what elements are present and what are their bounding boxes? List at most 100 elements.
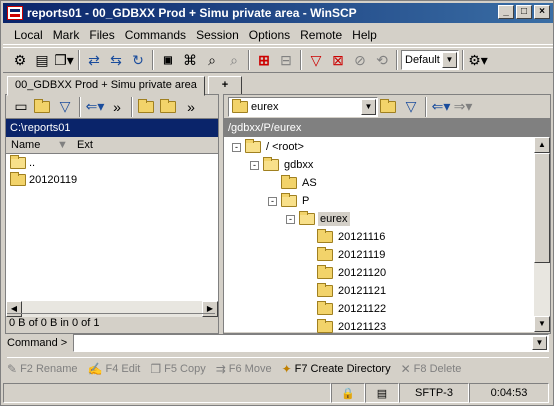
scroll-thumb[interactable]: [534, 153, 550, 263]
root-directory-icon[interactable]: [158, 96, 180, 118]
fkey-button[interactable]: ❐ F5 Copy: [150, 362, 205, 376]
tree-item-label: 20121120: [338, 267, 387, 279]
session-tabs: 00_GDBXX Prod + Simu private area +: [3, 75, 553, 96]
back-arrow-icon[interactable]: ⇐▾: [84, 96, 106, 118]
folder-icon: [317, 229, 333, 243]
fkey-button[interactable]: ✕ F8 Delete: [401, 362, 462, 376]
filter-icon[interactable]: ▽: [400, 96, 422, 118]
drive-icon[interactable]: ▭: [10, 96, 32, 118]
folder-icon: [232, 98, 248, 113]
open-folder-icon[interactable]: [378, 96, 400, 118]
console-icon[interactable]: ▣: [157, 49, 179, 71]
parent-directory-icon[interactable]: [136, 96, 158, 118]
tab-session[interactable]: 00_GDBXX Prod + Simu private area: [7, 76, 205, 96]
fkey-button[interactable]: ⇉ F6 Move: [216, 362, 272, 376]
overflow-chevron-icon[interactable]: »: [106, 96, 128, 118]
tree-item[interactable]: 20121119: [304, 246, 387, 264]
menu-session[interactable]: Session: [191, 28, 244, 42]
collapse-toggle-icon[interactable]: -: [268, 196, 277, 206]
tree-item[interactable]: 20121121: [304, 282, 388, 300]
menu-options[interactable]: Options: [244, 28, 295, 42]
minimize-button[interactable]: _: [498, 5, 514, 19]
column-ext[interactable]: Ext: [72, 139, 93, 151]
window-title: reports01 - 00_GDBXX Prod + Simu private…: [27, 6, 357, 20]
list-item[interactable]: 20120119: [6, 171, 218, 188]
chevron-down-icon[interactable]: ▼: [361, 98, 376, 115]
select-plus-icon[interactable]: ⊞: [253, 49, 275, 71]
remote-directory-combo[interactable]: eurex ▼: [228, 96, 378, 117]
tree-item[interactable]: - eurex: [286, 210, 350, 228]
tree-item[interactable]: - / <root>: [232, 138, 306, 156]
synchronize-icon[interactable]: ⇄: [83, 49, 105, 71]
folder-icon: [281, 193, 297, 207]
invert-selection-icon[interactable]: ⊠: [327, 49, 349, 71]
fkey-button[interactable]: ✦ F7 Create Directory: [282, 362, 391, 376]
scroll-up-icon[interactable]: ▲: [534, 137, 550, 153]
folder-icon: [317, 301, 333, 315]
command-input[interactable]: ▼: [73, 334, 549, 352]
menu-local[interactable]: Local: [9, 28, 48, 42]
parent-folder-icon: [10, 154, 26, 169]
edit-icon: ✍: [87, 361, 103, 376]
local-file-list[interactable]: .. 20120119 ◀ ▶: [6, 154, 218, 317]
tree-item[interactable]: 20121120: [304, 264, 388, 282]
copy-icon: ❐: [150, 361, 162, 376]
copy-files-icon[interactable]: ❐▾: [53, 49, 75, 71]
function-keys-bar: ✎ F2 Rename ✍ F4 Edit ❐ F5 Copy ⇉ F6 Move ✦ F7 Cr…: [7, 357, 549, 379]
collapse-toggle-icon[interactable]: -: [286, 214, 295, 224]
column-name[interactable]: Name: [6, 139, 52, 151]
restore-selection-icon[interactable]: ⟲: [371, 49, 393, 71]
folder-icon: [263, 157, 279, 171]
unselect-minus-icon[interactable]: ⊟: [275, 49, 297, 71]
folder-icon: [317, 247, 333, 261]
fkey-button[interactable]: ✎ F2 Rename: [7, 362, 78, 376]
menu-help[interactable]: Help: [347, 28, 382, 42]
chevron-down-icon[interactable]: ▼: [442, 52, 457, 68]
compare-directories-icon[interactable]: ⇆: [105, 49, 127, 71]
putty-icon[interactable]: ⌘: [179, 49, 201, 71]
collapse-toggle-icon[interactable]: -: [250, 160, 259, 170]
protocol-status: SFTP-3: [399, 383, 469, 403]
session-time: 0:04:53: [469, 383, 549, 403]
tree-item[interactable]: -P: [268, 192, 311, 210]
queue-icon[interactable]: ▤: [31, 49, 53, 71]
list-item[interactable]: ..: [6, 154, 218, 171]
filter-icon[interactable]: ▽: [305, 49, 327, 71]
tree-item[interactable]: - gdbxx: [250, 156, 315, 174]
tree-item[interactable]: 20121122: [304, 300, 388, 318]
clear-selection-icon[interactable]: ⊘: [349, 49, 371, 71]
open-folder-icon[interactable]: [32, 96, 54, 118]
filter-icon[interactable]: ▽: [54, 96, 76, 118]
fkey-label: F4 Edit: [105, 362, 141, 375]
forward-arrow-icon[interactable]: ⇒▾: [452, 96, 474, 118]
status-empty: [3, 383, 331, 403]
menu-mark[interactable]: Mark: [48, 28, 85, 42]
close-button[interactable]: ×: [534, 5, 550, 19]
refresh-icon[interactable]: ↻: [127, 49, 149, 71]
menu-remote[interactable]: Remote: [295, 28, 347, 42]
vertical-scrollbar[interactable]: ▲ ▼: [534, 137, 550, 332]
maximize-button[interactable]: □: [516, 5, 532, 19]
remote-directory-tree[interactable]: ▲ ▼ - / <root> - gdbxx AS - P - eurex 20121116 201…: [224, 137, 550, 333]
tree-item-label: 20121116: [338, 231, 386, 243]
tree-item[interactable]: AS: [268, 174, 319, 192]
folder-icon: [10, 171, 26, 186]
transfer-settings-value: Default: [405, 54, 440, 66]
collapse-toggle-icon[interactable]: -: [232, 142, 241, 152]
find-files-icon[interactable]: ⌕: [201, 49, 223, 71]
fkey-button[interactable]: ✍ F4 Edit: [88, 362, 141, 376]
tree-item[interactable]: 20121116: [304, 228, 387, 246]
scroll-down-icon[interactable]: ▼: [534, 316, 550, 332]
tree-item-label: eurex: [318, 212, 350, 226]
tab-new-session[interactable]: +: [207, 76, 242, 95]
menu-files[interactable]: Files: [84, 28, 119, 42]
overflow-chevron-icon[interactable]: »: [180, 96, 202, 118]
menu-commands[interactable]: Commands: [120, 28, 191, 42]
local-column-header: Name ▼ Ext: [6, 137, 218, 154]
transfer-options-icon[interactable]: ⚙▾: [467, 49, 489, 71]
find-folder-icon[interactable]: ⌕: [223, 49, 245, 71]
chevron-down-icon[interactable]: ▼: [532, 336, 547, 350]
preferences-gear-icon[interactable]: ⚙: [9, 49, 31, 71]
transfer-settings-combo[interactable]: Default ▼: [401, 50, 459, 70]
back-arrow-icon[interactable]: ⇐▾: [430, 96, 452, 118]
